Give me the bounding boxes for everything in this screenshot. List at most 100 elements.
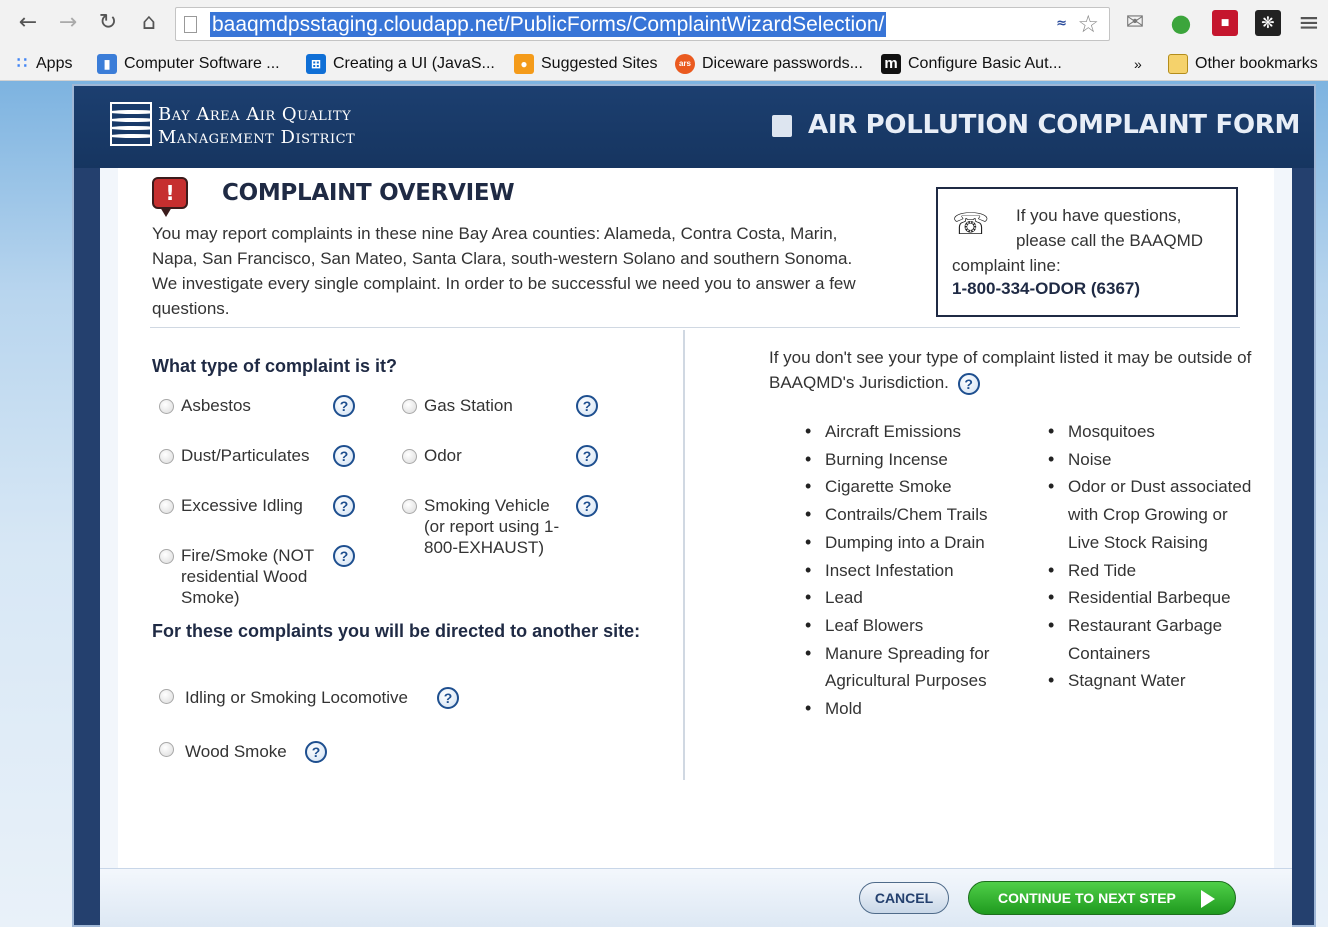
list-item: Lead <box>805 584 1020 612</box>
bookmarks-overflow[interactable]: » <box>1134 52 1142 76</box>
agency-name-line1: Bay Area Air Quality <box>158 104 352 125</box>
list-item: Noise <box>1048 446 1263 474</box>
back-arrow-icon[interactable]: ← <box>14 8 42 38</box>
radio-locomotive[interactable] <box>159 689 174 704</box>
overview-title: COMPLAINT OVERVIEW <box>222 180 515 206</box>
bookmark-label: Configure Basic Aut... <box>908 55 1062 72</box>
outside-list-left: Aircraft Emissions Burning Incense Cigar… <box>805 418 1020 723</box>
help-jurisdiction-icon[interactable]: ? <box>957 372 980 395</box>
content-margin-left <box>100 168 118 868</box>
outside-jurisdiction-text: If you don't see your type of complaint … <box>769 345 1289 395</box>
cancel-button[interactable]: CANCEL <box>859 882 949 914</box>
list-item: Odor or Dust associated with Crop Growin… <box>1048 473 1263 556</box>
help-dust-icon[interactable]: ? <box>333 445 355 467</box>
option-label-asbestos[interactable]: Asbestos <box>181 395 251 416</box>
list-item: Manure Spreading for Agricultural Purpos… <box>805 640 1020 695</box>
home-icon[interactable]: ⌂ <box>135 8 163 38</box>
chart-icon: ▮ <box>97 53 117 74</box>
contact-box: ☏ If you have questions, please call the… <box>936 187 1238 317</box>
bookmark-apps[interactable]: ∷ Apps <box>12 52 73 76</box>
option-label-dust[interactable]: Dust/Particulates <box>181 445 310 466</box>
list-item: Residential Barbeque <box>1048 584 1263 612</box>
apps-grid-icon: ∷ <box>16 54 28 72</box>
bookmark-label: Apps <box>36 55 73 72</box>
divider-horizontal <box>150 327 1240 328</box>
option-label-odor[interactable]: Odor <box>424 445 462 466</box>
menu-icon[interactable]: ≡ <box>1298 8 1320 38</box>
outside-list-right: Mosquitoes Noise Odor or Dust associated… <box>1048 418 1263 695</box>
complaint-type-question: What type of complaint is it? <box>152 356 398 376</box>
overview-text: You may report complaints in these nine … <box>152 224 856 318</box>
list-item: Aircraft Emissions <box>805 418 1020 446</box>
url-text[interactable]: baaqmdpsstaging.cloudapp.net/PublicForms… <box>210 12 887 37</box>
radio-dust-particulates[interactable] <box>159 449 174 464</box>
bookmark-computer-software[interactable]: ▮ Computer Software ... <box>97 52 280 76</box>
extension-icon[interactable]: ≈ <box>1056 16 1067 31</box>
maps-pin-icon[interactable]: ● <box>1168 10 1194 36</box>
contact-phone: 1-800-334-ODOR (6367) <box>952 279 1141 298</box>
help-odor-icon[interactable]: ? <box>576 445 598 467</box>
divider-vertical <box>683 330 685 780</box>
help-gas-station-icon[interactable]: ? <box>576 395 598 417</box>
radio-odor[interactable] <box>402 449 417 464</box>
bookmark-star-icon[interactable]: ☆ <box>1077 10 1099 38</box>
radio-gas-station[interactable] <box>402 399 417 414</box>
continue-button-label: CONTINUE TO NEXT STEP <box>998 890 1176 906</box>
list-item: Burning Incense <box>805 446 1020 474</box>
windows-icon: ⊞ <box>306 53 326 74</box>
radio-smoking-vehicle[interactable] <box>402 499 417 514</box>
list-item: Insect Infestation <box>805 557 1020 585</box>
puzzle-extension-icon[interactable]: ❋ <box>1255 10 1281 36</box>
agency-name-line2: Management District <box>158 127 356 148</box>
ars-icon: ars <box>675 53 695 74</box>
contact-text: If you have questions, please call the B… <box>1016 206 1204 250</box>
bookmark-configure[interactable]: m Configure Basic Aut... <box>881 52 1062 76</box>
telephone-icon: ☏ <box>952 207 990 242</box>
list-item: Restaurant Garbage Containers <box>1048 612 1263 667</box>
bookmark-suggested-sites[interactable]: ● Suggested Sites <box>514 52 658 76</box>
list-item: Contrails/Chem Trails <box>805 501 1020 529</box>
option-label-fire-smoke[interactable]: Fire/Smoke (NOT residential Wood Smoke) <box>181 545 331 608</box>
forward-arrow-icon[interactable]: → <box>54 8 82 38</box>
continue-button[interactable]: CONTINUE TO NEXT STEP <box>968 881 1236 915</box>
list-item: Dumping into a Drain <box>805 529 1020 557</box>
option-label-smoking-vehicle[interactable]: Smoking Vehicle (or report using 1-800-E… <box>424 495 569 558</box>
reload-icon[interactable]: ↻ <box>94 8 122 38</box>
bookmark-creating-ui[interactable]: ⊞ Creating a UI (JavaS... <box>306 52 495 76</box>
gmail-icon[interactable]: ✉ <box>1122 10 1148 36</box>
browser-toolbar: ← → ↻ ⌂ baaqmdpsstaging.cloudapp.net/Pub… <box>0 0 1328 47</box>
help-wood-smoke-icon[interactable]: ? <box>305 741 327 763</box>
baaqmd-logo-icon <box>110 102 152 146</box>
list-item: Cigarette Smoke <box>805 473 1020 501</box>
radio-fire-smoke[interactable] <box>159 549 174 564</box>
list-item: Mosquitoes <box>1048 418 1263 446</box>
help-asbestos-icon[interactable]: ? <box>333 395 355 417</box>
red-extension-icon[interactable]: ■ <box>1212 10 1238 36</box>
radio-wood-smoke[interactable] <box>159 742 174 757</box>
redirect-title: For these complaints you will be directe… <box>152 621 641 641</box>
bookmark-diceware[interactable]: ars Diceware passwords... <box>675 52 863 76</box>
option-label-locomotive[interactable]: Idling or Smoking Locomotive <box>185 687 408 708</box>
content-margin-right <box>1274 168 1292 868</box>
bookmark-label: Diceware passwords... <box>702 55 863 72</box>
agency-name: Bay Area Air Quality Management District <box>158 103 355 149</box>
bookmarks-bar: ∷ Apps ▮ Computer Software ... ⊞ Creating a… <box>0 47 1328 81</box>
form-icon <box>772 115 792 137</box>
radio-asbestos[interactable] <box>159 399 174 414</box>
address-bar[interactable]: baaqmdpsstaging.cloudapp.net/PublicForms… <box>175 7 1110 41</box>
help-fire-smoke-icon[interactable]: ? <box>333 545 355 567</box>
option-label-idling[interactable]: Excessive Idling <box>181 495 303 516</box>
option-label-wood-smoke[interactable]: Wood Smoke <box>185 741 287 762</box>
bookmark-other[interactable]: Other bookmarks <box>1168 52 1318 76</box>
help-locomotive-icon[interactable]: ? <box>437 687 459 709</box>
bookmark-label: Other bookmarks <box>1195 55 1318 72</box>
list-item: Stagnant Water <box>1048 667 1263 695</box>
option-label-gas-station[interactable]: Gas Station <box>424 395 513 416</box>
radio-excessive-idling[interactable] <box>159 499 174 514</box>
help-idling-icon[interactable]: ? <box>333 495 355 517</box>
list-item: Mold <box>805 695 1020 723</box>
bookmark-label: Creating a UI (JavaS... <box>333 55 495 72</box>
bulb-icon: ● <box>514 53 534 74</box>
help-smoking-vehicle-icon[interactable]: ? <box>576 495 598 517</box>
bookmark-label: Suggested Sites <box>541 55 658 72</box>
